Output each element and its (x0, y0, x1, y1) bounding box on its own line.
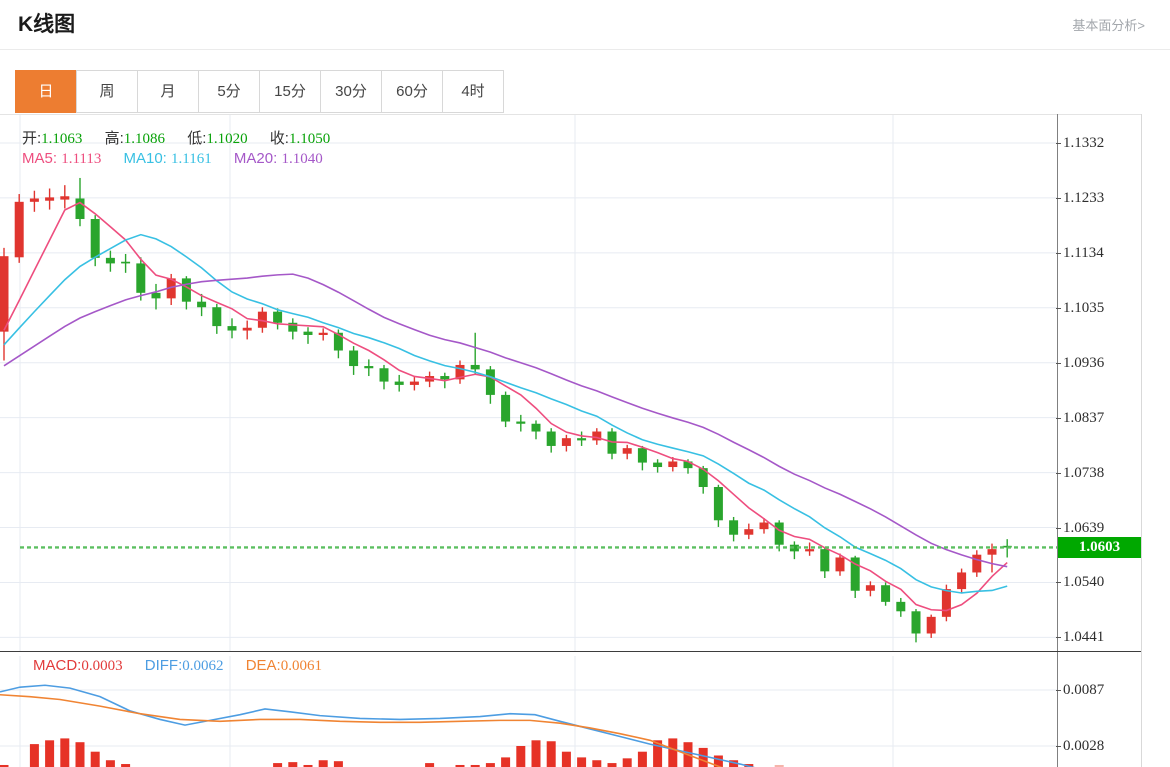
candlestick-chart[interactable] (0, 115, 1170, 652)
candles (0, 177, 1012, 643)
ma10-value: MA10: 1.1161 (123, 150, 212, 167)
tab-month[interactable]: 月 (137, 70, 199, 113)
macd-tick: 0.0028 (1055, 738, 1105, 754)
tab-hour4[interactable]: 4时 (442, 70, 504, 113)
price-tick: 1.0441 (1055, 629, 1105, 646)
open-value: 开:1.1063 (22, 130, 83, 147)
tab-week[interactable]: 周 (76, 70, 138, 113)
tab-min15[interactable]: 15分 (259, 70, 321, 113)
chart-right-border (1141, 114, 1142, 767)
price-tick: 1.0639 (1055, 519, 1105, 536)
dea-value: DEA:0.0061 (245, 657, 322, 674)
kline-grid (0, 115, 1057, 651)
low-value: 低:1.1020 (187, 130, 248, 147)
macd-tick: 0.0087 (1055, 682, 1105, 698)
ma5-value: MA5: 1.1113 (22, 150, 102, 167)
price-tick: 1.1332 (1055, 135, 1105, 151)
diff-value: DIFF:0.0062 (144, 657, 224, 674)
fundamental-analysis-link[interactable]: 基本面分析> (1072, 15, 1145, 34)
tab-day[interactable]: 日 (15, 70, 77, 113)
price-tick: 1.1134 (1056, 244, 1104, 261)
price-tick: 1.0540 (1055, 574, 1105, 591)
ohlc-legend: 开:1.1063 高:1.1086 低:1.1020 收:1.1050 (22, 127, 348, 148)
macd-histogram (0, 738, 784, 767)
price-tick: 1.0936 (1055, 354, 1105, 371)
macd-legend: MACD:0.0003 DIFF:0.0062 DEA:0.0061 (33, 657, 340, 675)
tab-min60[interactable]: 60分 (381, 70, 443, 113)
price-tick: 1.0738 (1055, 464, 1105, 481)
header-divider (0, 49, 1170, 50)
price-tick: 1.1233 (1055, 189, 1105, 206)
tab-min30[interactable]: 30分 (320, 70, 382, 113)
macd-value: MACD:0.0003 (33, 657, 123, 674)
ma-legend: MA5: 1.1113 MA10: 1.1161 MA20: 1.1040 (22, 150, 341, 168)
ma20-value: MA20: 1.1040 (233, 150, 323, 167)
close-value: 收:1.1050 (269, 130, 331, 147)
panel-separator (0, 651, 1141, 652)
interval-tab-bar: 日周月 5分 15分 30分 60分 4时 (15, 70, 504, 113)
macd-lines (0, 684, 755, 767)
price-axis-line (1057, 114, 1058, 767)
kline-app: K线图 基本面分析> 日周月 5分 15分 30分 60分 4时 开:1.1063 高:1… (0, 0, 1170, 767)
page-title: K线图 (18, 13, 76, 36)
tab-min5[interactable]: 5分 (198, 70, 260, 113)
price-tick: 1.0837 (1055, 409, 1105, 426)
price-tick: 1.1035 (1055, 299, 1105, 316)
high-value: 高:1.1086 (104, 130, 166, 147)
current-price-badge: 1.0603 (1058, 537, 1141, 558)
